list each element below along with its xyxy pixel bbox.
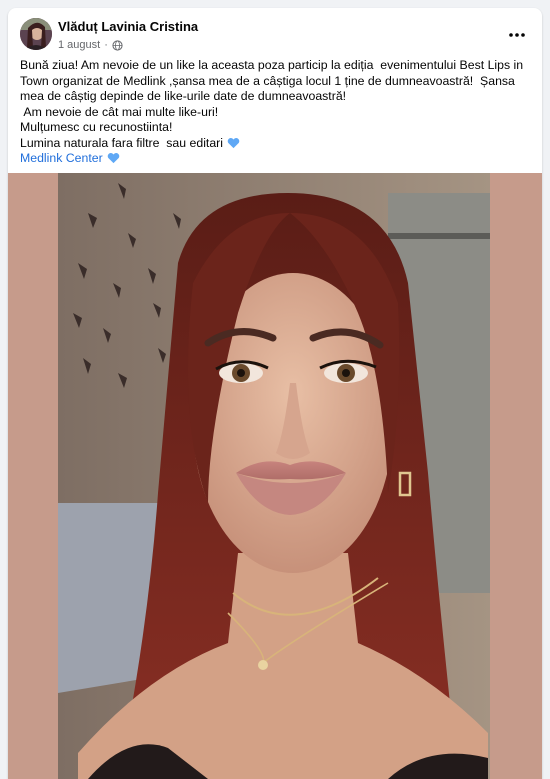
post-meta: 1 august ·: [58, 39, 123, 51]
selfie-photo[interactable]: [58, 173, 490, 779]
post-text: Bună ziua! Am nevoie de un like la aceas…: [20, 58, 532, 167]
post-text-line: Bună ziua! Am nevoie de un like la aceas…: [20, 58, 527, 103]
globe-icon[interactable]: [112, 39, 123, 51]
author-avatar[interactable]: [20, 18, 52, 50]
blue-heart-icon: [227, 137, 240, 148]
photo-illustration: [58, 173, 490, 779]
meta-separator: ·: [104, 39, 108, 51]
blue-heart-icon: [107, 153, 119, 164]
post-text-line-with-heart: Lumina naturala fara filtre sau editari: [20, 136, 532, 152]
post-text-line: Am nevoie de cât mai multe like-uri!: [20, 104, 219, 119]
post-text-line: Mulțumesc cu recunostiinta!: [20, 120, 173, 134]
post-card: Vlăduț Lavinia Cristina 1 august · Bună …: [8, 8, 542, 779]
more-options-icon: [509, 33, 525, 37]
author-name[interactable]: Vlăduț Lavinia Cristina: [58, 19, 198, 34]
more-options-button[interactable]: [504, 22, 530, 48]
post-text-line: Lumina naturala fara filtre sau editari: [20, 135, 224, 150]
avatar-image: [20, 18, 52, 50]
post-header: Vlăduț Lavinia Cristina 1 august ·: [20, 16, 530, 56]
medlink-center-link[interactable]: Medlink Center: [20, 151, 103, 165]
post-media[interactable]: [8, 173, 542, 779]
post-link-line: Medlink Center: [20, 151, 532, 167]
post-date[interactable]: 1 august: [58, 39, 100, 51]
